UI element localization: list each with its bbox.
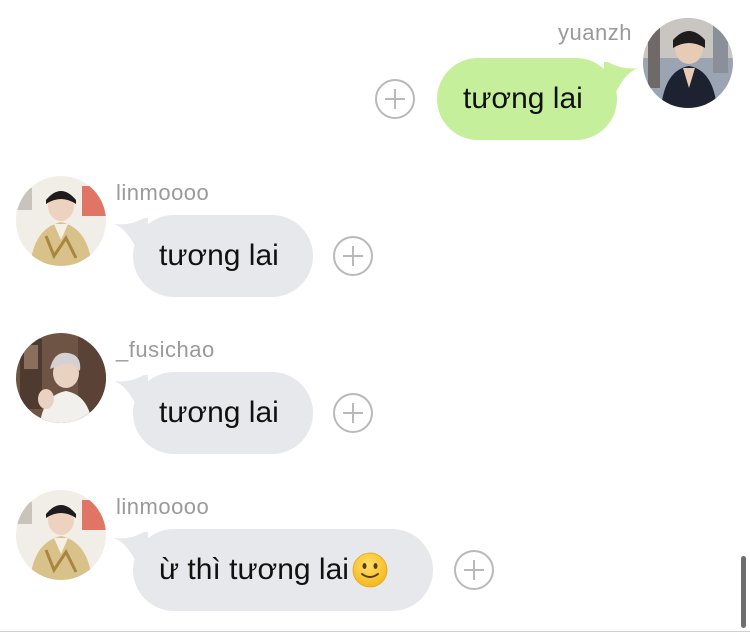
add-reaction-button[interactable] (333, 236, 373, 276)
chat-thread[interactable]: yuanzh tương lai linmoooo tương lai _fus… (0, 0, 750, 634)
message-text: tương lai (159, 396, 279, 429)
message-bubble[interactable]: tương lai (437, 58, 617, 140)
message-text: tương lai (159, 239, 279, 272)
avatar[interactable] (16, 333, 106, 423)
message-bubble[interactable]: tương lai (133, 372, 313, 454)
sender-name: yuanzh (558, 20, 632, 45)
add-reaction-button[interactable] (333, 393, 373, 433)
slightly-smiling-face-emoji-icon (352, 552, 388, 588)
scrollbar[interactable] (741, 556, 746, 628)
avatar[interactable] (16, 176, 106, 266)
photo-avatar-fusichao-image (16, 333, 106, 423)
photo-avatar-yuanzh-image (643, 18, 733, 108)
message-bubble[interactable]: tương lai (133, 215, 313, 297)
avatar[interactable] (643, 18, 733, 108)
sender-name: _fusichao (116, 337, 215, 362)
photo-avatar-linmoooo-image (16, 176, 106, 266)
message-text: tương lai (463, 82, 583, 115)
photo-avatar-linmoooo-image (16, 490, 106, 580)
add-reaction-button[interactable] (375, 79, 415, 119)
sender-name: linmoooo (116, 494, 210, 519)
message-bubble[interactable]: ừ thì tương lai (133, 529, 433, 611)
sender-name: linmoooo (116, 180, 210, 205)
avatar[interactable] (16, 490, 106, 580)
divider (0, 631, 750, 632)
add-reaction-button[interactable] (454, 550, 494, 590)
message-text: ừ thì tương lai (159, 553, 349, 586)
